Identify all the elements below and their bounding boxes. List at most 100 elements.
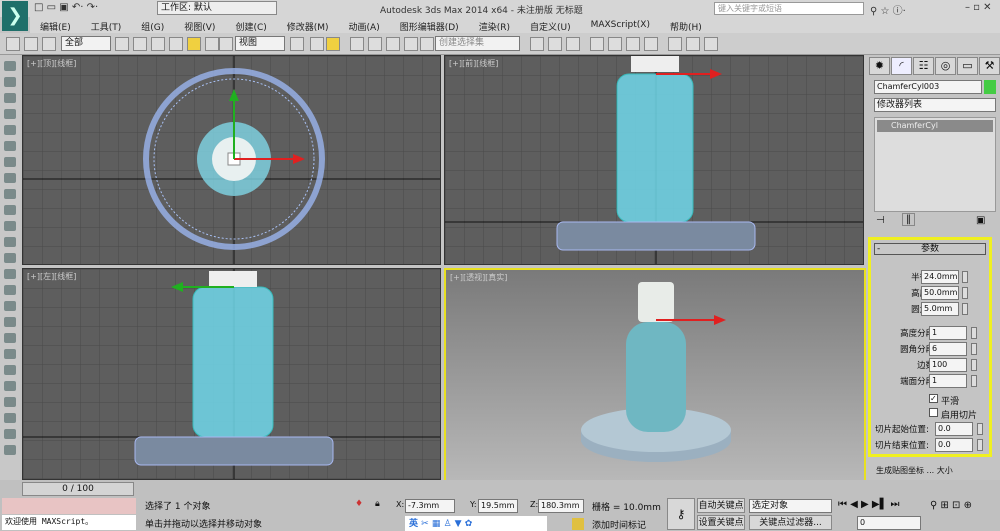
spinner[interactable] [962,287,968,299]
ime-toolbar[interactable]: 英 ✂ ▦ ♙ ▼ ✿ [405,516,547,531]
spinner-snap-icon[interactable] [404,37,418,51]
slice-from-input[interactable]: 0.0 [935,422,973,436]
percent-snap-icon[interactable] [386,37,400,51]
slice-on-checkbox[interactable]: 启用切片 [871,408,1000,422]
gen-mapping-checkbox[interactable]: 生成贴图坐标 ... 大小 [876,465,953,476]
motion-tab-icon[interactable]: ◎ [935,57,956,75]
menu-animation[interactable]: 动画(A) [339,17,390,33]
pin-stack-icon[interactable]: ⊣ [876,215,885,226]
slice-to-input[interactable]: 0.0 [935,438,973,452]
material-editor-icon[interactable] [644,37,658,51]
render-setup-icon[interactable] [668,37,682,51]
help-search-input[interactable]: 键入关键字或短语 [714,2,864,15]
manipulate-icon[interactable] [310,37,324,51]
viewport-front[interactable]: [+][前][线框] [444,55,864,265]
key-filters-button[interactable]: 关键点过滤器... [749,515,832,530]
render-icon[interactable] [704,37,718,51]
maxscript-input[interactable]: 欢迎使用 MAXScript。 [2,515,136,530]
display-tab-icon[interactable]: ▭ [957,57,978,75]
x-coord-input[interactable]: -7.3mm [405,499,455,513]
menu-group[interactable]: 组(G) [131,17,174,33]
isolate-icon[interactable]: ♦ [355,499,363,509]
auto-key-button[interactable]: 自动关键点 [697,498,745,513]
window-controls[interactable]: – ▫ ✕ [965,2,992,13]
key-mode-icon[interactable]: ⚷ [667,498,695,530]
window-crossing-icon[interactable] [169,37,183,51]
modifier-list-dropdown[interactable]: 修改器列表 [874,98,996,112]
viewport-label[interactable]: [+][顶][线框] [27,58,76,69]
spinner[interactable] [962,303,968,315]
menu-edit[interactable]: 编辑(E) [30,17,81,33]
angle-snap-icon[interactable] [368,37,382,51]
checkbox-unchecked[interactable] [929,408,938,417]
quick-access-icons[interactable]: □ ▭ ▣ ↶· ↷· [34,2,98,13]
object-name-input[interactable]: ChamferCyl003 [874,80,982,94]
set-key-button[interactable]: 设置关键点 [697,515,745,530]
render-frame-icon[interactable] [686,37,700,51]
menu-graph-editors[interactable]: 图形编辑器(D) [390,17,469,33]
menu-views[interactable]: 视图(V) [174,17,225,33]
menu-help[interactable]: 帮助(H) [660,17,712,33]
select-by-name-icon[interactable] [133,37,147,51]
y-coord-input[interactable]: 19.5mm [478,499,518,513]
smooth-checkbox[interactable]: ✓ 平滑 [871,394,1000,408]
mirror-icon[interactable] [530,37,544,51]
current-frame-input[interactable]: 0 [857,516,921,530]
edit-named-selection-icon[interactable] [420,37,434,51]
height-input[interactable]: 50.0mm [921,286,959,300]
help-icons[interactable]: ⚲ ☆ ⓘ· [870,2,906,17]
rollout-header[interactable]: - 参数 [874,243,986,255]
select-scale-icon[interactable] [219,37,233,51]
menu-tools[interactable]: 工具(T) [81,17,132,33]
show-end-result-icon[interactable]: ‖ [902,213,915,226]
menu-modifiers[interactable]: 修改器(M) [277,17,339,33]
app-logo-icon[interactable]: ❯ [2,1,28,31]
viewport-label[interactable]: [+][左][线框] [27,271,76,282]
named-selection-dropdown[interactable]: 创建选择集 [435,36,520,51]
selection-filter-dropdown[interactable]: 全部 [61,36,111,51]
cap-segs-input[interactable]: 1 [929,374,967,388]
fillet-segs-input[interactable]: 6 [929,342,967,356]
keyboard-shortcut-icon[interactable] [326,37,340,51]
schematic-view-icon[interactable] [626,37,640,51]
height-segs-input[interactable]: 1 [929,326,967,340]
left-tool-strip[interactable] [0,55,20,480]
rect-selection-icon[interactable] [151,37,165,51]
spinner[interactable] [977,439,983,451]
hierarchy-tab-icon[interactable]: ☷ [913,57,934,75]
time-slider[interactable]: 0 / 100 [22,482,134,496]
ime-mode[interactable]: 英 [409,519,418,529]
viewport-left[interactable]: [+][左][线框] [22,268,441,480]
align-icon[interactable] [548,37,562,51]
time-tag-icon[interactable] [572,518,584,530]
link-icon[interactable] [6,37,20,51]
reference-coord-dropdown[interactable]: 视图 [235,36,285,51]
graphite-icon[interactable] [590,37,604,51]
key-selection-dropdown[interactable]: 选定对象 [749,499,832,513]
spinner[interactable] [962,271,968,283]
viewport-label[interactable]: [+][前][线框] [449,58,498,69]
viewport-top[interactable]: [+][顶][线框] [22,55,441,265]
curve-editor-icon[interactable] [608,37,622,51]
menu-maxscript[interactable]: MAXScript(X) [581,17,660,33]
layer-manager-icon[interactable] [566,37,580,51]
lock-selection-icon[interactable]: 🔒︎ [375,499,380,509]
spinner[interactable] [977,423,983,435]
menu-rendering[interactable]: 渲染(R) [469,17,520,33]
add-time-tag[interactable]: 添加时间标记 [592,518,646,531]
checkbox-checked[interactable]: ✓ [929,394,938,403]
modify-tab-icon[interactable]: ◜ [891,57,912,75]
workspace-dropdown[interactable]: 工作区: 默认 [157,1,277,15]
object-color-swatch[interactable] [984,80,996,94]
menu-create[interactable]: 创建(C) [225,17,276,33]
spinner[interactable] [971,359,977,371]
viewport-label[interactable]: [+][透视][真实] [450,272,507,283]
select-rotate-icon[interactable] [205,37,219,51]
sides-input[interactable]: 100 [929,358,967,372]
select-move-icon[interactable] [187,37,201,51]
spinner[interactable] [971,327,977,339]
spinner[interactable] [971,343,977,355]
utilities-tab-icon[interactable]: ⚒ [979,57,1000,75]
fillet-input[interactable]: 5.0mm [921,302,959,316]
bind-space-warp-icon[interactable] [42,37,56,51]
